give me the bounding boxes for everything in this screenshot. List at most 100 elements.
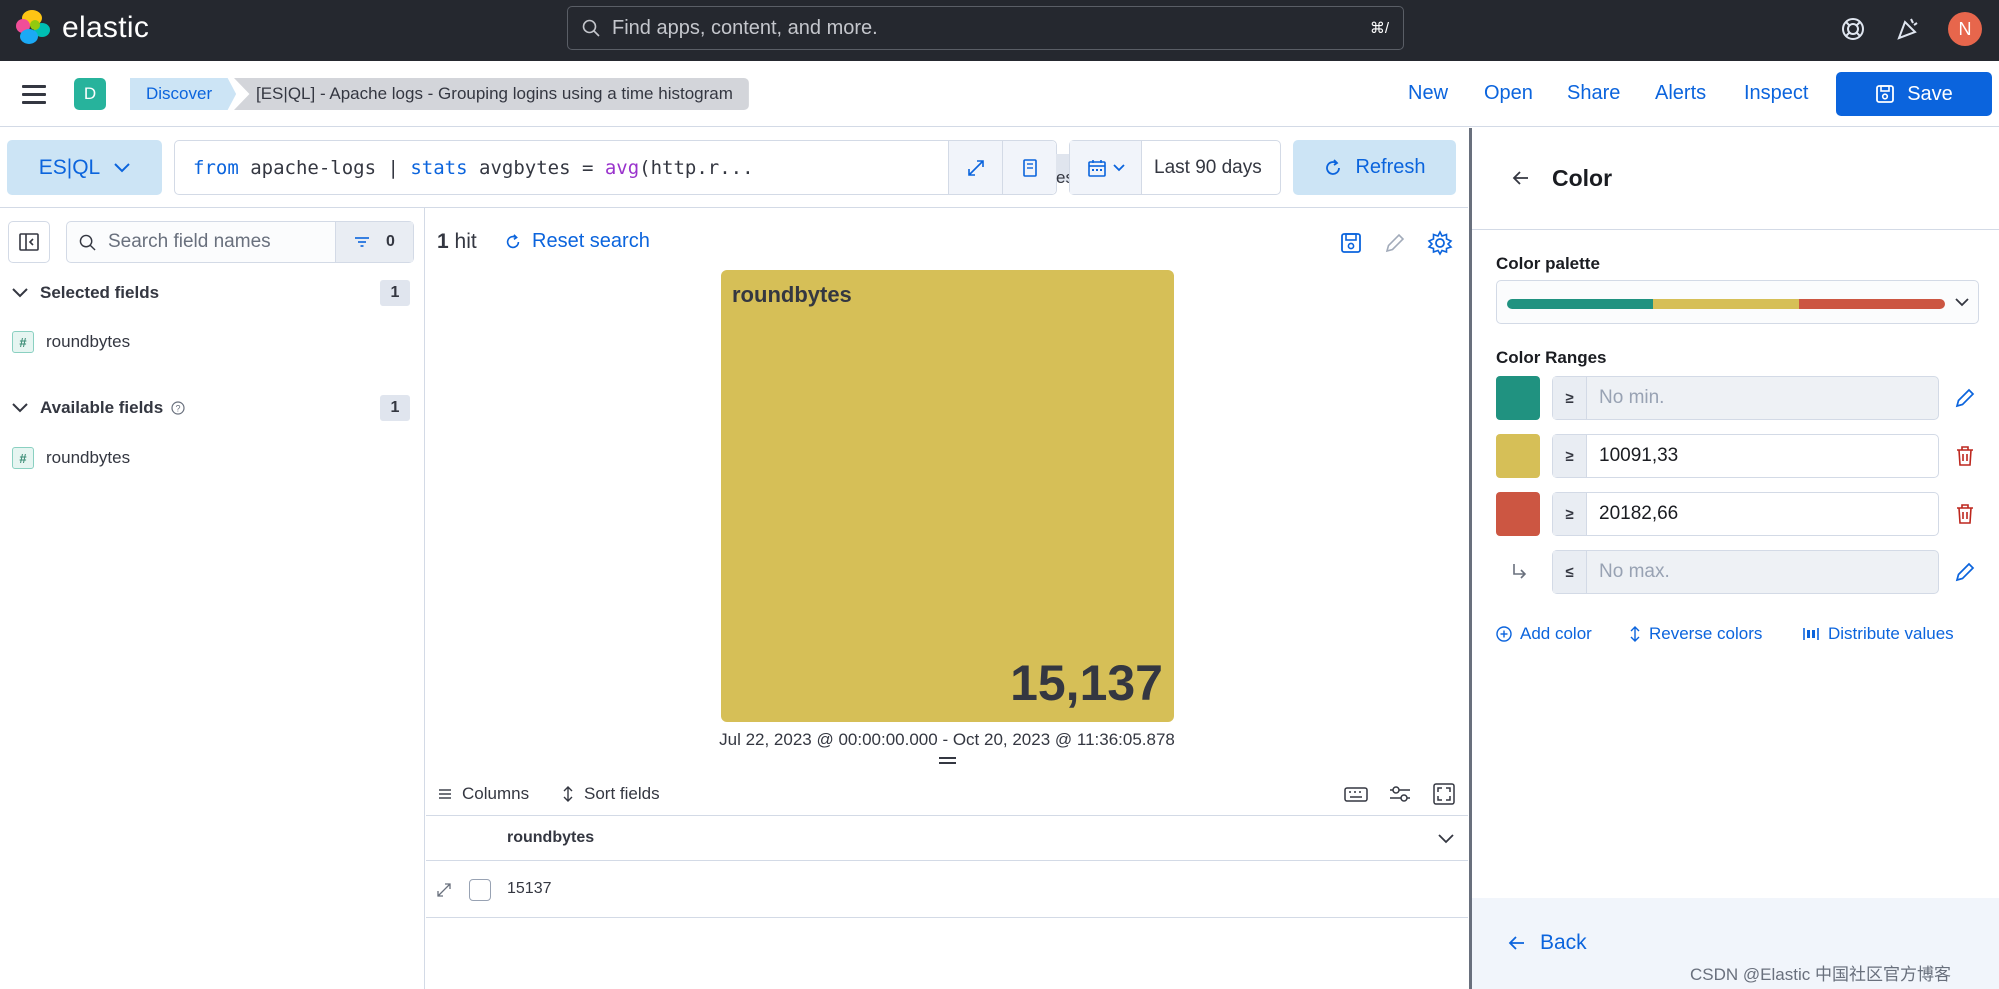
alerts-link[interactable]: Alerts <box>1655 82 1706 105</box>
color-ranges-label: Color Ranges <box>1496 348 1607 367</box>
color-swatch[interactable] <box>1496 492 1540 536</box>
query-token-assign: avgbytes = <box>467 156 605 179</box>
chevron-down-icon[interactable] <box>1438 834 1454 844</box>
palette-segment-3 <box>1799 299 1945 309</box>
trash-icon[interactable] <box>1953 444 1977 468</box>
range-value-input[interactable]: ≥ 10091,33 <box>1552 434 1939 478</box>
time-range-caption: Jul 22, 2023 @ 00:00:00.000 - Oct 20, 20… <box>719 730 1175 749</box>
available-fields-title: Available fields <box>40 398 164 417</box>
range-value: 10091,33 <box>1599 445 1679 466</box>
selected-field-item[interactable]: # roundbytes <box>12 330 130 354</box>
news-icon[interactable] <box>1893 14 1923 44</box>
breadcrumb-current: [ES|QL] - Apache logs - Grouping logins … <box>234 78 749 110</box>
add-color-button[interactable]: Add color <box>1496 624 1592 644</box>
range-value: No min. <box>1599 387 1665 408</box>
pencil-icon[interactable] <box>1953 560 1977 584</box>
svg-text:?: ? <box>176 404 181 414</box>
share-link[interactable]: Share <box>1567 82 1620 105</box>
reverse-colors-label: Reverse colors <box>1649 624 1763 643</box>
gear-icon[interactable] <box>1427 230 1453 256</box>
global-search-input[interactable]: Find apps, content, and more. ⌘/ <box>567 6 1404 50</box>
grid-column-header[interactable]: roundbytes <box>507 829 594 847</box>
grid-header-row: roundbytes <box>426 817 1468 861</box>
resize-handle[interactable] <box>939 757 956 767</box>
date-picker[interactable]: Last 90 days <box>1069 140 1281 195</box>
palette-preview <box>1507 299 1945 309</box>
user-avatar[interactable]: N <box>1948 12 1982 46</box>
menu-icon[interactable] <box>22 85 46 109</box>
chevron-down-icon <box>1955 298 1969 307</box>
selected-fields-section[interactable]: Selected fields 1 <box>12 278 410 308</box>
range-value: 20182,66 <box>1599 503 1679 524</box>
arrow-left-icon[interactable] <box>1512 169 1530 187</box>
display-settings-icon[interactable] <box>1388 782 1412 806</box>
keyboard-shortcuts-icon[interactable] <box>1344 782 1368 806</box>
field-filter-button[interactable]: 0 <box>335 222 413 262</box>
pencil-icon[interactable] <box>1953 386 1977 410</box>
collapse-sidebar-button[interactable] <box>8 221 50 263</box>
elastic-logo[interactable]: elastic <box>16 10 149 46</box>
table-row: 15137 <box>426 862 1468 918</box>
arrow-left-icon <box>1508 936 1524 950</box>
return-key-icon <box>1513 564 1527 579</box>
columns-label: Columns <box>462 784 530 803</box>
columns-button[interactable]: Columns <box>438 784 529 804</box>
field-name: roundbytes <box>46 448 131 467</box>
hits-label: hit <box>454 230 477 253</box>
range-min-input[interactable]: ≥ No min. <box>1552 376 1939 420</box>
number-type-icon: # <box>12 331 34 353</box>
field-search-placeholder: Search field names <box>108 231 271 252</box>
documentation-button[interactable] <box>1002 141 1056 194</box>
distribute-icon <box>1803 628 1819 640</box>
grid-cell-value: 15137 <box>507 880 552 897</box>
sort-fields-button[interactable]: Sort fields <box>562 784 660 804</box>
available-fields-section[interactable]: Available fields ? 1 <box>12 393 410 423</box>
space-avatar[interactable]: D <box>74 78 106 110</box>
info-icon[interactable]: ? <box>171 401 185 415</box>
range-value-input[interactable]: ≥ 20182,66 <box>1552 492 1939 536</box>
main-content: 1 hit Reset search roundbytes 15,137 Jul… <box>426 208 1468 989</box>
help-icon[interactable] <box>1838 14 1868 44</box>
reset-search-button[interactable]: Reset search <box>504 230 650 253</box>
range-value: No max. <box>1599 561 1670 582</box>
plus-circle-icon <box>1496 626 1512 642</box>
distribute-values-button[interactable]: Distribute values <box>1802 624 1954 644</box>
sidebar-toggle-icon <box>19 233 39 251</box>
esql-mode-button[interactable]: ES|QL <box>7 140 162 195</box>
query-token-index: apache-logs | <box>238 156 411 179</box>
palette-segment-2 <box>1653 299 1799 309</box>
query-token-avg: avg <box>604 156 640 179</box>
color-range-row: ≤ No max. <box>1496 550 1979 594</box>
expand-editor-button[interactable] <box>948 141 1002 194</box>
color-range-row: ≥ No min. <box>1496 376 1979 420</box>
range-max-input[interactable]: ≤ No max. <box>1552 550 1939 594</box>
chevron-down-icon <box>12 288 28 298</box>
field-search-input[interactable]: Search field names 0 <box>66 221 414 263</box>
back-button[interactable]: Back <box>1508 931 1587 955</box>
row-checkbox[interactable] <box>469 879 491 901</box>
fullscreen-icon[interactable] <box>1432 782 1456 806</box>
color-swatch[interactable] <box>1496 434 1540 478</box>
search-icon <box>582 19 600 37</box>
metric-title: roundbytes <box>732 282 852 307</box>
quick-menu-button[interactable] <box>1070 141 1142 194</box>
esql-query-editor[interactable]: from apache-logs | stats avgbytes = avg(… <box>174 140 1086 195</box>
color-swatch[interactable] <box>1496 376 1540 420</box>
save-button[interactable]: Save <box>1836 72 1992 116</box>
new-link[interactable]: New <box>1408 82 1448 105</box>
flyout-title: Color <box>1552 165 1613 191</box>
color-palette-select[interactable] <box>1496 280 1979 324</box>
available-field-item[interactable]: # roundbytes <box>12 446 130 470</box>
reverse-colors-button[interactable]: Reverse colors <box>1629 624 1762 644</box>
save-visualization-icon[interactable] <box>1338 230 1364 256</box>
metric-visualization[interactable]: roundbytes 15,137 <box>721 270 1174 722</box>
expand-row-icon[interactable] <box>436 882 452 898</box>
inspect-link[interactable]: Inspect <box>1744 82 1808 105</box>
trash-icon[interactable] <box>1953 502 1977 526</box>
range-operator: ≥ <box>1553 493 1587 535</box>
refresh-button[interactable]: Refresh <box>1293 140 1456 195</box>
color-flyout: Color Color palette Color Ranges ≥ No mi… <box>1469 128 1999 989</box>
open-link[interactable]: Open <box>1484 82 1533 105</box>
breadcrumb-discover[interactable]: Discover <box>130 78 237 110</box>
edit-icon[interactable] <box>1382 230 1408 256</box>
